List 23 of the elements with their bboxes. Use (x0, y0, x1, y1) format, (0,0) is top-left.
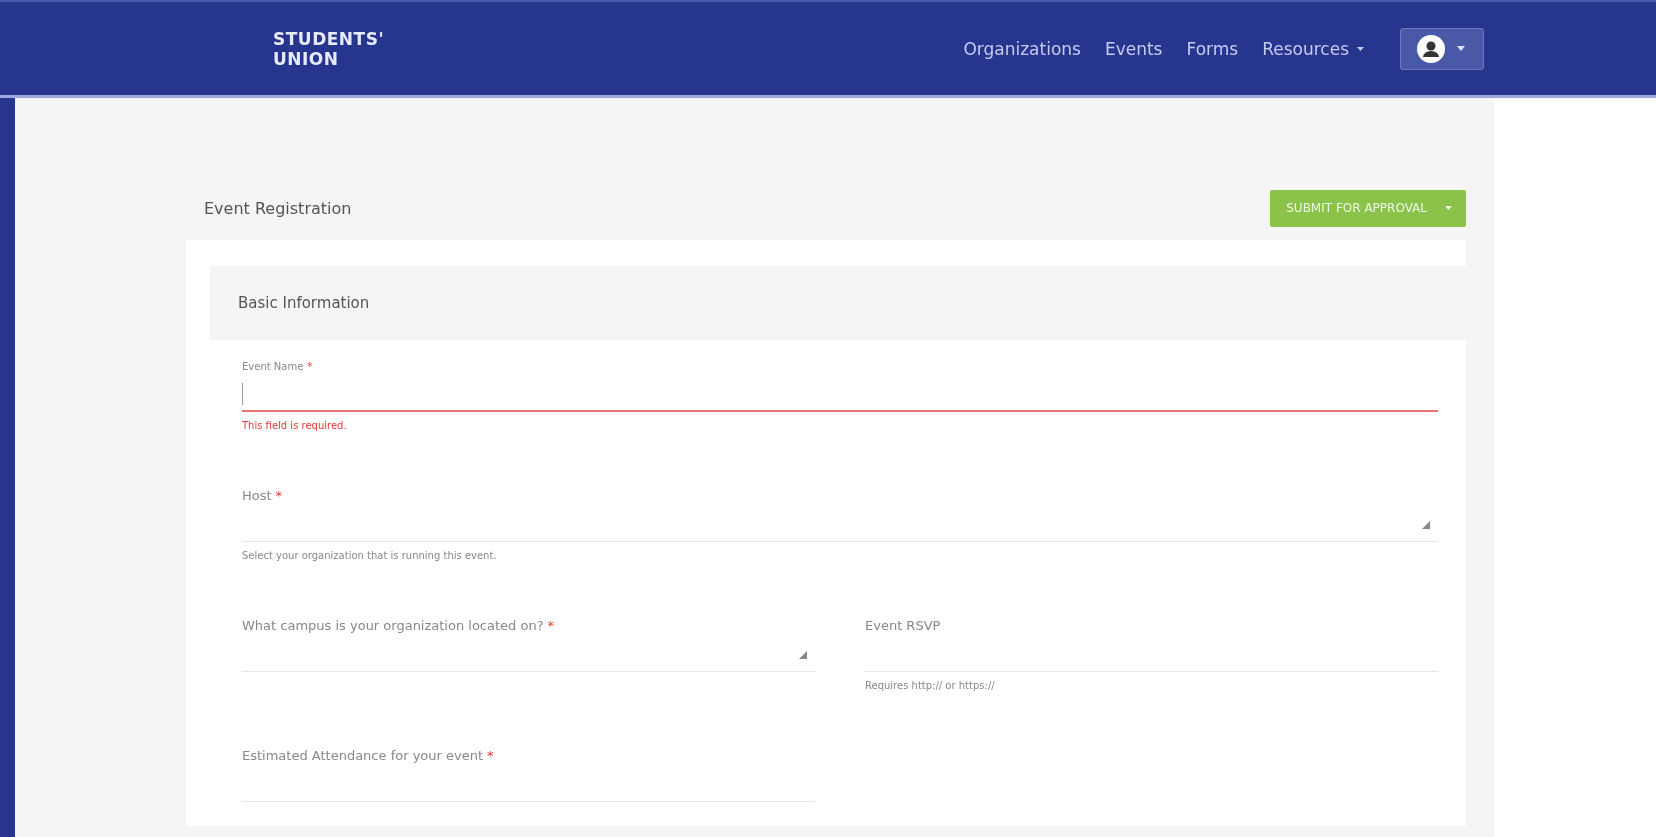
page-title: Event Registration (204, 198, 352, 218)
field-label: Estimated Attendance for your event * (242, 747, 495, 765)
avatar-icon (1417, 34, 1445, 63)
caret-icon (1457, 46, 1465, 51)
hint-text: Requires http:// or https:// (865, 680, 996, 691)
field-label: What campus is your organization located on? * (242, 617, 556, 635)
error-message: This field is required. (242, 420, 348, 431)
caret-icon (1357, 46, 1364, 51)
field-label: Event Name * (242, 360, 314, 374)
nav-link[interactable]: Events (1104, 38, 1163, 59)
field-label: Host * (242, 487, 284, 505)
dropdown-icon (1422, 521, 1430, 529)
logo[interactable]: STUDENTS' UNION (265, 28, 393, 69)
hint-text: Select your organization that is running this event. (242, 550, 498, 561)
section-title: Basic Information (238, 294, 370, 312)
nav-link[interactable]: Forms (1186, 38, 1239, 59)
text-cursor (242, 383, 243, 405)
dropdown-icon (799, 651, 807, 659)
user-menu-button[interactable] (1400, 27, 1484, 70)
field-label: Event RSVP (865, 617, 942, 635)
nav-link[interactable]: Organizations (963, 38, 1081, 59)
nav-link[interactable]: Resources (1262, 38, 1364, 59)
caret-icon (1445, 206, 1452, 210)
